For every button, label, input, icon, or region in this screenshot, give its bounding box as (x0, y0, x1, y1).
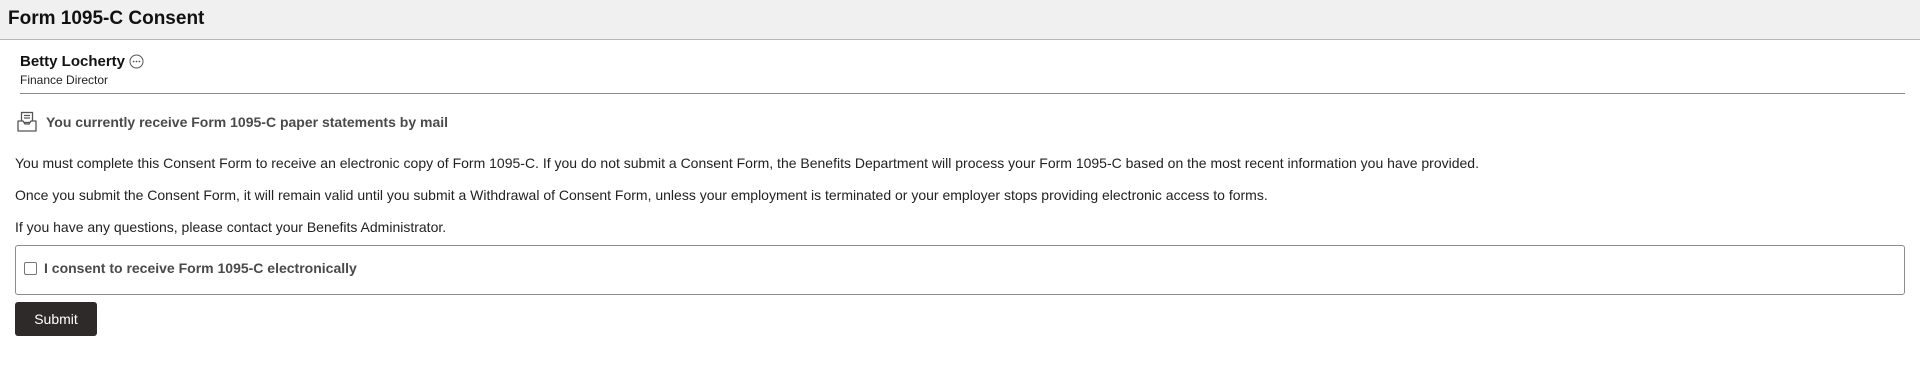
person-role: Finance Director (20, 73, 109, 87)
consent-label[interactable]: I consent to receive Form 1095-C electro… (44, 260, 357, 276)
submit-button[interactable]: Submit (15, 302, 97, 336)
person-name-row: Betty Locherty (20, 52, 1905, 70)
mail-notice: You currently receive Form 1095-C paper … (15, 110, 1905, 134)
consent-checkbox[interactable] (24, 261, 37, 275)
consent-validity-paragraph: Once you submit the Consent Form, it wil… (15, 187, 1268, 203)
page-header: Form 1095-C Consent (0, 0, 1920, 40)
page-title: Form 1095-C Consent (8, 8, 205, 29)
person-card: Betty Locherty Finance Director (20, 41, 1905, 94)
mail-notice-text: You currently receive Form 1095-C paper … (46, 114, 449, 130)
more-options-icon[interactable] (129, 54, 144, 69)
contact-paragraph: If you have any questions, please contac… (15, 219, 447, 235)
person-name: Betty Locherty (20, 52, 126, 70)
mail-tray-icon (16, 111, 38, 133)
consent-box: I consent to receive Form 1095-C electro… (15, 245, 1905, 295)
page: Form 1095-C Consent Betty Locherty Finan… (0, 0, 1920, 366)
consent-instructions-paragraph: You must complete this Consent Form to r… (15, 155, 1479, 171)
main-content: Betty Locherty Finance Director You curr… (15, 41, 1905, 336)
